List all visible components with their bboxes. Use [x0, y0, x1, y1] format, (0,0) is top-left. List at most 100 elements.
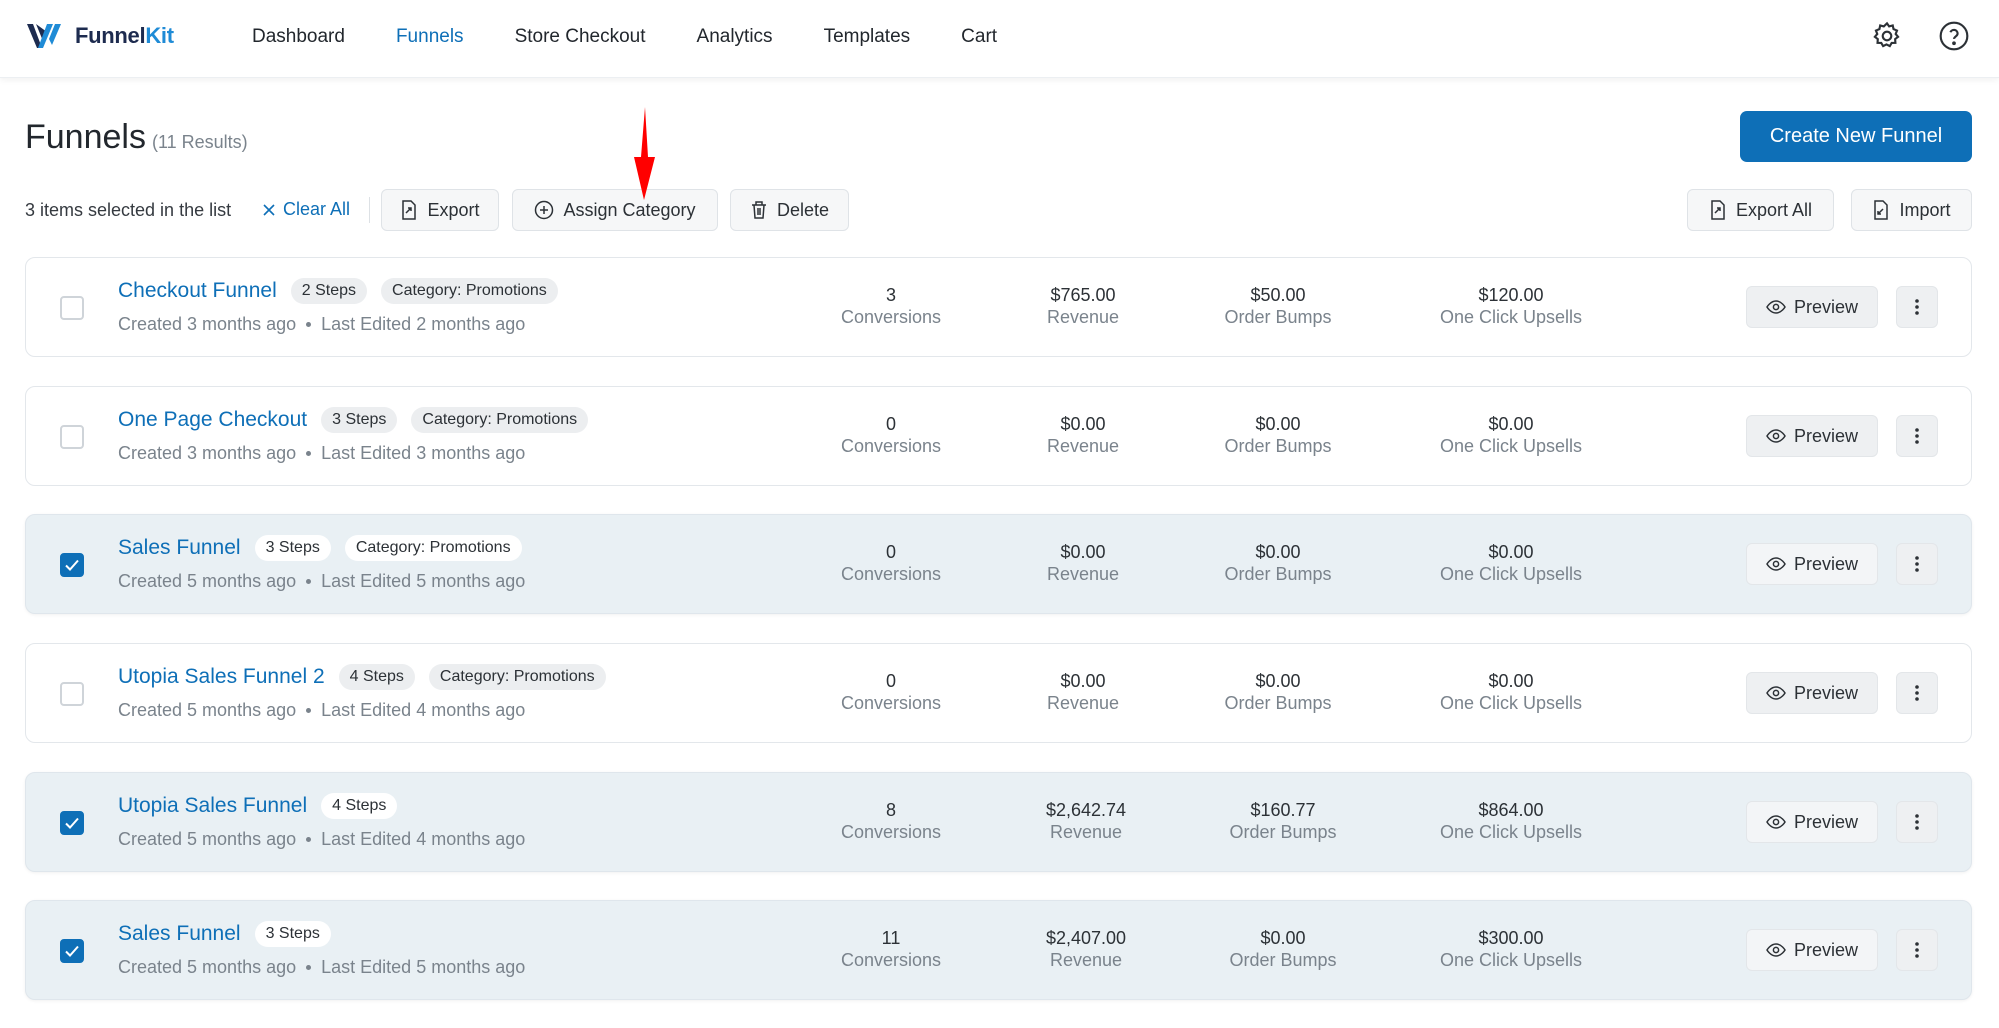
close-icon [263, 203, 275, 216]
last-edited-date: Last Edited 5 months ago [321, 957, 526, 977]
created-date: Created 3 months ago [118, 443, 297, 463]
conversions-stat: 3 Conversions [840, 285, 942, 327]
row-checkbox[interactable] [60, 425, 84, 449]
last-edited-date: Last Edited 4 months ago [321, 700, 526, 720]
more-options-button[interactable] [1896, 286, 1938, 328]
order-bumps-stat: $0.00 Order Bumps [1224, 542, 1332, 584]
top-nav: FunnelKit Dashboard Funnels Store Checko… [0, 0, 1999, 78]
revenue-stat: $0.00 Revenue [1046, 414, 1120, 456]
revenue-stat: $0.00 Revenue [1046, 671, 1120, 713]
import-button[interactable]: Import [1851, 189, 1972, 231]
funnel-row: Utopia Sales Funnel 4 Steps Created 5 mo… [25, 772, 1972, 872]
more-vertical-icon [1915, 556, 1919, 572]
eye-icon [1766, 815, 1786, 829]
preview-label: Preview [1793, 811, 1859, 832]
funnelkit-logo[interactable]: FunnelKit [25, 20, 174, 52]
revenue-stat: $0.00 Revenue [1046, 542, 1120, 584]
eye-icon [1766, 943, 1786, 957]
row-checkbox[interactable] [60, 939, 84, 963]
nav-cart[interactable]: Cart [961, 26, 997, 48]
nav-templates[interactable]: Templates [824, 26, 911, 48]
help-icon[interactable] [1938, 20, 1970, 52]
category-badge: Category: Promotions [411, 407, 589, 433]
funnelkit-logo-icon [27, 24, 61, 48]
preview-button[interactable]: Preview [1746, 415, 1878, 457]
steps-badge: 4 Steps [321, 793, 398, 819]
funnel-name-link[interactable]: Utopia Sales Funnel [118, 794, 307, 818]
delete-label: Delete [776, 199, 830, 220]
export-all-button[interactable]: Export All [1687, 189, 1834, 231]
more-vertical-icon [1915, 299, 1919, 315]
row-checkbox[interactable] [60, 811, 84, 835]
delete-button[interactable]: Delete [730, 189, 849, 231]
funnel-row: Sales Funnel 3 Steps Created 5 months ag… [25, 900, 1972, 1000]
last-edited-date: Last Edited 5 months ago [321, 571, 526, 591]
funnel-name-link[interactable]: Sales Funnel [118, 922, 241, 946]
preview-button[interactable]: Preview [1746, 801, 1878, 843]
last-edited-date: Last Edited 2 months ago [321, 314, 526, 334]
last-edited-date: Last Edited 4 months ago [321, 829, 526, 849]
upsells-stat: $0.00 One Click Upsells [1439, 671, 1583, 713]
conversions-stat: 8 Conversions [840, 800, 942, 842]
revenue-stat: $2,642.74 Revenue [1045, 800, 1127, 842]
order-bumps-stat: $0.00 Order Bumps [1229, 928, 1337, 970]
preview-label: Preview [1793, 939, 1859, 960]
row-checkbox[interactable] [60, 553, 84, 577]
revenue-stat: $765.00 Revenue [1046, 285, 1120, 327]
funnel-name-link[interactable]: One Page Checkout [118, 408, 307, 432]
upsells-stat: $120.00 One Click Upsells [1439, 285, 1583, 327]
separator-dot [306, 322, 312, 327]
separator-dot [306, 965, 312, 970]
steps-badge: 4 Steps [338, 664, 415, 690]
page-title: Funnels (11 Results) [25, 118, 248, 156]
more-vertical-icon [1915, 942, 1919, 958]
category-badge: Category: Promotions [428, 664, 606, 690]
preview-label: Preview [1793, 425, 1859, 446]
more-options-button[interactable] [1896, 672, 1938, 714]
category-badge: Category: Promotions [344, 535, 522, 561]
conversions-stat: 0 Conversions [840, 671, 942, 713]
nav-analytics[interactable]: Analytics [697, 26, 773, 48]
bulk-actions-toolbar: 3 items selected in the list Clear All E… [25, 189, 1975, 231]
separator-dot [306, 451, 312, 456]
more-options-button[interactable] [1896, 543, 1938, 585]
more-vertical-icon [1915, 685, 1919, 701]
eye-icon [1766, 429, 1786, 443]
preview-button[interactable]: Preview [1746, 286, 1878, 328]
gear-icon[interactable] [1871, 20, 1903, 52]
nav-dashboard[interactable]: Dashboard [252, 26, 345, 48]
preview-label: Preview [1793, 682, 1859, 703]
export-file-icon [1711, 200, 1725, 220]
separator-dot [306, 837, 312, 842]
revenue-stat: $2,407.00 Revenue [1045, 928, 1127, 970]
more-options-button[interactable] [1896, 415, 1938, 457]
nav-funnels[interactable]: Funnels [396, 26, 464, 48]
create-new-funnel-button[interactable]: Create New Funnel [1740, 111, 1972, 162]
nav-store-checkout[interactable]: Store Checkout [515, 26, 646, 48]
import-file-icon [1874, 200, 1889, 220]
main-nav: Dashboard Funnels Store Checkout Analyti… [252, 0, 1048, 74]
funnel-name-link[interactable]: Checkout Funnel [118, 279, 277, 303]
funnel-name-link[interactable]: Utopia Sales Funnel 2 [118, 665, 325, 689]
clear-all-button[interactable]: Clear All [263, 199, 350, 220]
order-bumps-stat: $0.00 Order Bumps [1224, 671, 1332, 713]
export-button[interactable]: Export [381, 189, 499, 231]
more-options-button[interactable] [1896, 929, 1938, 971]
toolbar-divider [369, 197, 370, 223]
row-checkbox[interactable] [60, 682, 84, 706]
funnel-row: Checkout Funnel 2 Steps Category: Promot… [25, 257, 1972, 357]
eye-icon [1766, 557, 1786, 571]
preview-label: Preview [1793, 296, 1859, 317]
funnel-row: One Page Checkout 3 Steps Category: Prom… [25, 386, 1972, 486]
assign-category-button[interactable]: Assign Category [512, 189, 718, 231]
row-checkbox[interactable] [60, 296, 84, 320]
order-bumps-stat: $160.77 Order Bumps [1229, 800, 1337, 842]
preview-button[interactable]: Preview [1746, 543, 1878, 585]
preview-button[interactable]: Preview [1746, 672, 1878, 714]
more-options-button[interactable] [1896, 801, 1938, 843]
upsells-stat: $300.00 One Click Upsells [1439, 928, 1583, 970]
created-date: Created 5 months ago [118, 571, 297, 591]
preview-button[interactable]: Preview [1746, 929, 1878, 971]
eye-icon [1766, 300, 1786, 314]
funnel-name-link[interactable]: Sales Funnel [118, 536, 241, 560]
